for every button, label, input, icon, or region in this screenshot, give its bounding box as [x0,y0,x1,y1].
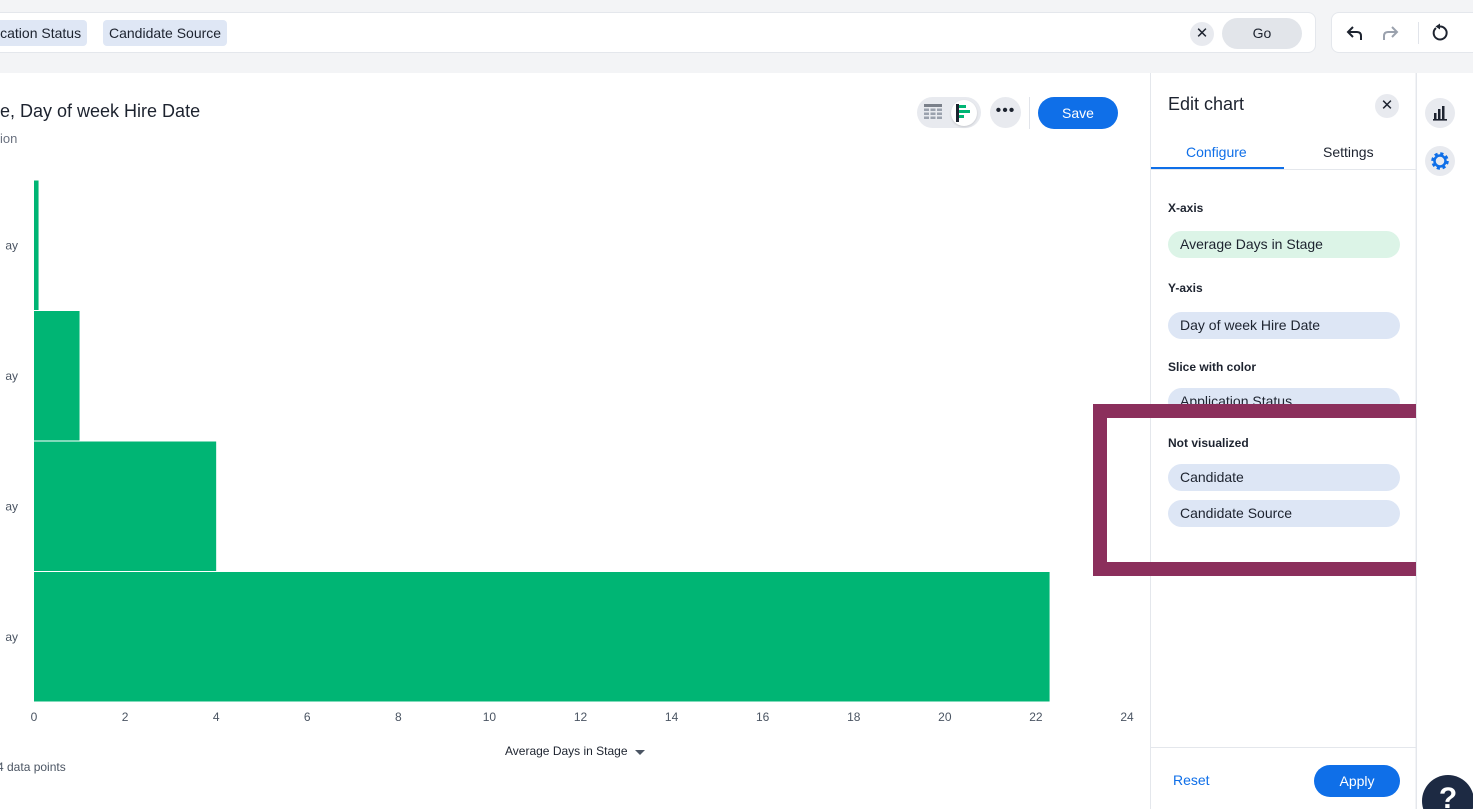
y-tick-label: ay [5,630,18,644]
x-axis-label: X-axis [1168,201,1204,215]
undo-icon[interactable] [1345,23,1365,43]
tab-divider [1151,169,1416,170]
search-token-candidate-source[interactable]: Candidate Source [103,20,228,46]
help-icon: ? [1438,782,1458,809]
go-button[interactable]: Go [1222,18,1302,49]
x-tick-label: 16 [756,710,770,724]
chevron-down-icon[interactable] [635,750,645,755]
gear-icon [1431,152,1449,170]
redo-icon[interactable] [1380,23,1400,43]
x-tick-label: 12 [574,710,588,724]
view-toggle[interactable] [917,97,981,128]
highlight-box [1093,404,1451,576]
active-tab-indicator [1151,167,1284,169]
chart-title: e, Day of week Hire Date [0,101,201,121]
x-tick-label: 24 [1120,710,1134,724]
more-icon: ••• [995,102,1016,119]
panel-title: Edit chart [1168,94,1245,114]
x-tick-label: 2 [122,710,129,724]
history-controls [1331,12,1473,53]
y-tick-label: ay [5,369,18,383]
search-bar[interactable]: Application Status Candidate Source ✕ Go [0,12,1316,53]
x-tick-label: 6 [304,710,311,724]
y-tick-label: ay [5,499,18,513]
bar-chart-view-icon [956,104,970,122]
close-icon: ✕ [1380,97,1394,114]
bar[interactable] [34,180,39,311]
bar-chart: ayayayay0 2 4 6 8 10 12 14 16 18 20 22 24 [5,180,1134,724]
x-tick-label: 0 [31,710,38,724]
search-token-application-status[interactable]: Application Status [0,20,88,46]
y-axis-pill[interactable]: Day of week Hire Date [1168,312,1400,339]
x-tick-label: 8 [395,710,402,724]
x-tick-label: 20 [938,710,952,724]
bar[interactable] [34,572,1050,702]
close-panel-button[interactable]: ✕ [1375,94,1399,118]
bar[interactable] [34,441,217,572]
x-tick-label: 4 [213,710,220,724]
bar-chart-view-button[interactable] [951,100,977,126]
reset-icon[interactable] [1430,23,1450,43]
reset-button[interactable]: Reset [1173,772,1210,788]
divider [1029,97,1030,129]
slice-with-color-label: Slice with color [1168,360,1257,374]
x-tick-label: 18 [847,710,861,724]
divider [1418,22,1419,44]
x-axis-pill[interactable]: Average Days in Stage [1168,231,1400,258]
x-axis-title[interactable]: Average Days in Stage [505,744,628,758]
x-tick-label: 10 [483,710,497,724]
apply-button[interactable]: Apply [1314,765,1400,797]
close-icon: ✕ [1195,25,1209,42]
panel-footer-divider [1151,747,1416,748]
bar[interactable] [34,311,80,441]
table-view-icon[interactable] [924,104,942,121]
chart-rail-button[interactable] [1425,98,1455,128]
x-tick-label: 14 [665,710,679,724]
more-options-button[interactable]: ••• [990,97,1021,128]
clear-search-button[interactable]: ✕ [1190,22,1214,46]
tab-configure[interactable]: Configure [1186,144,1247,160]
chart-rail-icon [1433,106,1447,121]
settings-rail-button[interactable] [1425,146,1455,176]
x-tick-label: 22 [1029,710,1043,724]
save-button[interactable]: Save [1038,97,1118,129]
data-points-count: 4 data points [0,760,66,774]
y-axis-label: Y-axis [1168,281,1203,295]
right-rail [1416,73,1473,809]
y-tick-label: ay [5,238,18,252]
tab-settings[interactable]: Settings [1323,144,1374,160]
chart-subtitle: ion [0,131,18,146]
